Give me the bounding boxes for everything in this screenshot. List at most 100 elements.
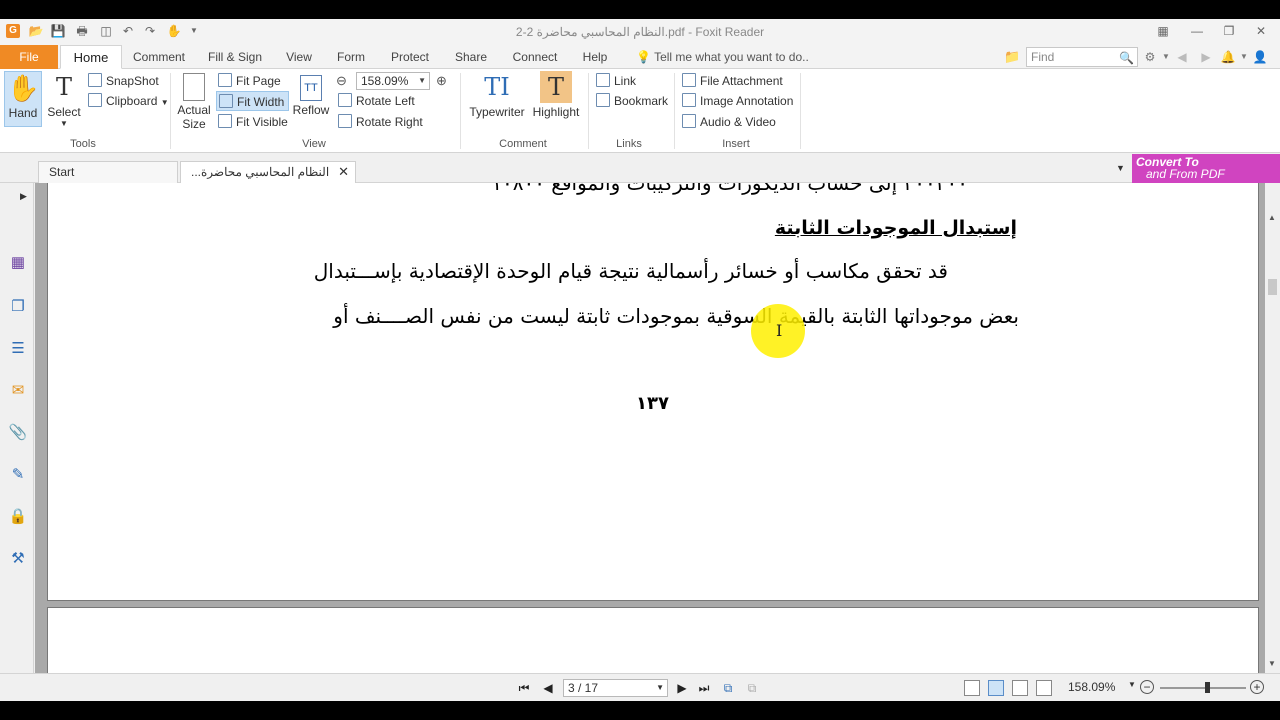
continuous-facing-view-icon[interactable] bbox=[1036, 680, 1052, 696]
status-zoom-value[interactable]: 158.09% bbox=[1068, 680, 1115, 694]
fit-visible-icon bbox=[218, 114, 232, 128]
next-page-icon[interactable]: ▶ bbox=[674, 680, 690, 696]
bell-dropdown-icon[interactable]: ▼ bbox=[1236, 49, 1252, 65]
document-view[interactable]: ٢٠٠٢٠٠ إلى حساب الديكورات والتركيبات وال… bbox=[35, 183, 1265, 673]
convert-pdf-banner[interactable]: Convert To and From PDF bbox=[1132, 154, 1280, 183]
hand-icon: ✋ bbox=[7, 73, 40, 103]
clipboard-dropdown-icon: ▼ bbox=[160, 98, 169, 107]
attachments-panel-icon[interactable]: 📎 bbox=[8, 423, 28, 443]
actual-size-button[interactable]: Actual Size bbox=[176, 71, 212, 135]
typewriter-icon: TI bbox=[484, 73, 510, 101]
rotate-right-icon bbox=[338, 114, 352, 128]
highlight-button[interactable]: T Highlight bbox=[532, 71, 580, 123]
status-bar: ⏮ ◀ 3 / 17 ▼ ▶ ⏭ ⧉ ⧉ 158.09% ▼ − + bbox=[0, 673, 1280, 701]
user-account-icon[interactable]: 👤 bbox=[1252, 49, 1268, 65]
find-input[interactable]: Find 🔍 bbox=[1026, 47, 1138, 67]
actual-size-label-2: Size bbox=[182, 117, 206, 131]
tell-me-search[interactable]: 💡 Tell me what you want to do.. bbox=[636, 45, 809, 69]
security-lock-icon[interactable]: 🔒 bbox=[8, 507, 28, 527]
status-zoom-out-button[interactable]: − bbox=[1140, 680, 1154, 694]
ribbon-tab-bar: File Home Comment Fill & Sign View Form … bbox=[0, 45, 1280, 69]
tools-panel-icon[interactable]: ⚒ bbox=[8, 549, 28, 569]
tab-list-dropdown-icon[interactable]: ▼ bbox=[1116, 163, 1125, 173]
scroll-up-icon[interactable]: ▲ bbox=[1268, 213, 1276, 222]
minimize-button[interactable]: — bbox=[1182, 21, 1212, 41]
expand-panel-icon[interactable]: ▶ bbox=[20, 191, 27, 202]
ribbon-display-icon[interactable]: ▦ bbox=[1148, 21, 1178, 41]
tab-form[interactable]: Form bbox=[330, 45, 372, 69]
find-folder-icon[interactable]: 📁 bbox=[1004, 49, 1020, 65]
file-attachment-button[interactable]: File Attachment bbox=[682, 71, 783, 91]
bookmarks-panel-icon[interactable]: ▦ bbox=[8, 253, 28, 273]
zoom-slider[interactable] bbox=[1160, 687, 1246, 689]
layers-panel-icon[interactable]: ☰ bbox=[8, 339, 28, 359]
clipboard-button[interactable]: Clipboard ▼ bbox=[88, 91, 169, 111]
tab-help[interactable]: Help bbox=[576, 45, 614, 69]
tab-connect[interactable]: Connect bbox=[504, 45, 566, 69]
select-text-icon: T bbox=[55, 73, 72, 101]
tab-comment[interactable]: Comment bbox=[126, 45, 192, 69]
zoom-slider-knob[interactable] bbox=[1205, 682, 1210, 693]
restore-button[interactable]: ❐ bbox=[1214, 21, 1244, 41]
zoom-select[interactable]: 158.09% ▼ bbox=[356, 72, 430, 90]
next-view-icon[interactable]: ⧉ bbox=[744, 680, 760, 696]
single-page-view-icon[interactable] bbox=[964, 680, 980, 696]
rotate-left-button[interactable]: Rotate Left bbox=[338, 91, 415, 111]
tab-fill-sign[interactable]: Fill & Sign bbox=[200, 45, 270, 69]
status-zoom-in-button[interactable]: + bbox=[1250, 680, 1264, 694]
zoom-in-icon[interactable]: ⊕ bbox=[436, 73, 447, 89]
continuous-view-icon[interactable] bbox=[988, 680, 1004, 696]
close-tab-icon[interactable]: ✕ bbox=[338, 162, 349, 182]
last-page-icon[interactable]: ⏭ bbox=[696, 680, 712, 696]
section-heading: إستبدال الموجودات الثابتة bbox=[774, 217, 1017, 239]
hand-tool-button[interactable]: ✋ Hand bbox=[4, 71, 42, 127]
fit-width-button[interactable]: Fit Width bbox=[216, 91, 290, 111]
reflow-button[interactable]: TT Reflow bbox=[292, 71, 330, 123]
foxit-reader-window: G 📂 💾 🖶 ◫ ↶ ↷ ✋ ▼ النظام المحاسبي محاضرة… bbox=[0, 19, 1280, 701]
pages-panel-icon[interactable]: ❐ bbox=[8, 297, 28, 317]
select-tool-button[interactable]: T Select ▼ bbox=[44, 71, 84, 131]
settings-dropdown-icon[interactable]: ▼ bbox=[1158, 49, 1174, 65]
settings-gear-icon[interactable]: ⚙ bbox=[1142, 49, 1158, 65]
ribbon-separator bbox=[674, 73, 675, 149]
previous-view-icon[interactable]: ⧉ bbox=[720, 680, 736, 696]
fit-page-button[interactable]: Fit Page bbox=[218, 71, 281, 91]
tab-start[interactable]: Start bbox=[38, 161, 178, 183]
scroll-down-icon[interactable]: ▼ bbox=[1268, 659, 1276, 668]
link-button[interactable]: Link bbox=[596, 71, 636, 91]
page-dropdown-icon: ▼ bbox=[656, 683, 664, 692]
tab-protect[interactable]: Protect bbox=[382, 45, 438, 69]
image-annotation-button[interactable]: Image Annotation bbox=[682, 91, 793, 111]
comments-panel-icon[interactable]: ✉ bbox=[8, 381, 28, 401]
comment-group-label: Comment bbox=[499, 138, 547, 150]
search-icon[interactable]: 🔍 bbox=[1119, 49, 1134, 67]
facing-view-icon[interactable] bbox=[1012, 680, 1028, 696]
tab-file[interactable]: File bbox=[0, 45, 58, 69]
tab-home[interactable]: Home bbox=[60, 45, 122, 69]
camera-icon bbox=[88, 73, 102, 87]
tab-view[interactable]: View bbox=[278, 45, 320, 69]
vertical-scrollbar[interactable]: ▲ ▼ bbox=[1265, 183, 1280, 673]
snapshot-button[interactable]: SnapShot bbox=[88, 71, 159, 91]
scroll-thumb[interactable] bbox=[1268, 279, 1277, 295]
page-number-input[interactable]: 3 / 17 ▼ bbox=[563, 679, 668, 697]
audio-video-button[interactable]: Audio & Video bbox=[682, 112, 776, 132]
tab-current-document[interactable]: النظام المحاسبي محاضرة... ✕ bbox=[180, 161, 356, 183]
previous-page-icon[interactable]: ◀ bbox=[540, 680, 556, 696]
typewriter-button[interactable]: TI Typewriter bbox=[468, 71, 526, 123]
nav-back-icon[interactable]: ◀ bbox=[1174, 49, 1190, 65]
zoom-out-icon[interactable]: ⊖ bbox=[336, 73, 347, 89]
signatures-panel-icon[interactable]: ✎ bbox=[8, 465, 28, 485]
fit-visible-button[interactable]: Fit Visible bbox=[218, 112, 288, 132]
notification-bell-icon[interactable]: 🔔 bbox=[1220, 49, 1236, 65]
rotate-right-button[interactable]: Rotate Right bbox=[338, 112, 423, 132]
ribbon-separator bbox=[588, 73, 589, 149]
bookmark-button[interactable]: Bookmark bbox=[596, 91, 668, 111]
close-window-button[interactable]: ✕ bbox=[1246, 21, 1276, 41]
zoom-menu-dropdown-icon[interactable]: ▼ bbox=[1128, 680, 1136, 689]
first-page-icon[interactable]: ⏮ bbox=[516, 680, 532, 696]
pdf-page-next[interactable] bbox=[47, 607, 1259, 673]
nav-forward-icon[interactable]: ▶ bbox=[1198, 49, 1214, 65]
pdf-page[interactable]: ٢٠٠٢٠٠ إلى حساب الديكورات والتركيبات وال… bbox=[47, 183, 1259, 601]
tab-share[interactable]: Share bbox=[448, 45, 494, 69]
